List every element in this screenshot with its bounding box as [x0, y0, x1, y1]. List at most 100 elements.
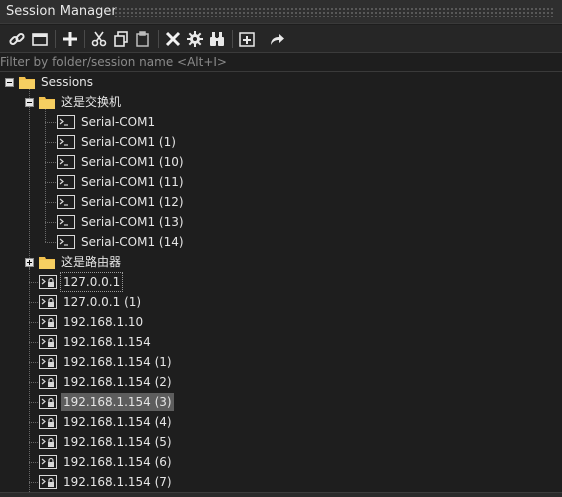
tree-item-serial-session[interactable]: Serial-COM1 (12) — [57, 192, 186, 212]
share-icon[interactable] — [267, 29, 287, 49]
session-label: Serial-COM1 (1) — [81, 135, 176, 149]
tree-item-ssh-session[interactable]: 127.0.0.1 (1) — [39, 292, 143, 312]
tree-line — [45, 202, 56, 203]
terminal-icon — [57, 115, 75, 129]
new-folder-icon[interactable] — [237, 29, 257, 49]
copy-icon[interactable] — [111, 29, 131, 49]
folder2-label: 这是路由器 — [61, 255, 122, 269]
terminal-icon — [57, 195, 75, 209]
session-tree: Sessions 这是交换机 Serial-COM1 Serial-COM1 (1… — [0, 72, 562, 492]
tree-line — [45, 182, 56, 183]
ssh-session-icon — [39, 395, 57, 409]
folder-icon — [19, 77, 35, 89]
panel-titlebar: Session Manager — [0, 0, 562, 24]
drag-grip[interactable] — [114, 7, 554, 17]
tree-item-ssh-session[interactable]: 192.168.1.154 — [39, 332, 153, 352]
toolbar-separator — [158, 30, 159, 48]
tree-item-serial-session[interactable]: Serial-COM1 (10) — [57, 152, 186, 172]
toolbar-separator — [55, 30, 56, 48]
tree-item-ssh-session[interactable]: 192.168.1.154 (7) — [39, 472, 174, 492]
session-label: 127.0.0.1 (1) — [63, 295, 142, 309]
window-icon[interactable] — [30, 29, 50, 49]
folder-icon — [39, 257, 55, 269]
session-label: 192.168.1.154 (1) — [63, 355, 172, 369]
tree-line — [45, 162, 56, 163]
tree-item-ssh-session[interactable]: 127.0.0.1 — [39, 272, 124, 292]
folder2-expand-toggle[interactable] — [25, 258, 34, 267]
tree-line — [45, 122, 56, 123]
session-label: Serial-COM1 (11) — [81, 175, 184, 189]
gear-icon[interactable] — [185, 29, 205, 49]
tree-item-ssh-session[interactable]: 192.168.1.154 (3) — [39, 392, 174, 412]
terminal-icon — [57, 155, 75, 169]
tree-line — [29, 302, 38, 303]
cut-icon[interactable] — [89, 29, 109, 49]
tree-item-ssh-session[interactable]: 192.168.1.154 (1) — [39, 352, 174, 372]
session-label: 192.168.1.154 (2) — [63, 375, 172, 389]
tree-line — [29, 88, 30, 282]
panel-title: Session Manager — [6, 4, 117, 19]
tree-line — [29, 382, 38, 383]
tree-line — [29, 402, 38, 403]
tree-line — [29, 342, 38, 343]
ssh-session-icon — [39, 435, 57, 449]
toolbar — [0, 25, 562, 53]
terminal-icon — [57, 135, 75, 149]
toolbar-separator — [232, 30, 233, 48]
terminal-icon — [57, 175, 75, 189]
ssh-session-icon — [39, 375, 57, 389]
folder1-label: 这是交换机 — [61, 95, 122, 109]
tree-line — [45, 222, 56, 223]
folder-icon — [39, 97, 55, 109]
tree-line — [45, 242, 56, 243]
tree-item-ssh-session[interactable]: 192.168.1.154 (2) — [39, 372, 174, 392]
tree-item-ssh-session[interactable]: 192.168.1.154 (4) — [39, 412, 174, 432]
ssh-session-icon — [39, 455, 57, 469]
tree-line — [29, 322, 38, 323]
session-label: Serial-COM1 (14) — [81, 235, 184, 249]
folder1-collapse-toggle[interactable] — [25, 98, 34, 107]
session-label: 127.0.0.1 — [59, 272, 124, 292]
tree-line — [29, 462, 38, 463]
root-label: Sessions — [41, 75, 94, 89]
link-icon[interactable] — [7, 29, 27, 49]
session-label: 192.168.1.154 (3) — [61, 393, 174, 411]
session-label: Serial-COM1 (13) — [81, 215, 184, 229]
tree-item-serial-session[interactable]: Serial-COM1 (14) — [57, 232, 186, 252]
toolbar-separator — [84, 30, 85, 48]
tree-item-serial-session[interactable]: Serial-COM1 (11) — [57, 172, 186, 192]
tree-root-sessions[interactable]: Sessions — [19, 72, 95, 92]
session-label: 192.168.1.154 (6) — [63, 455, 172, 469]
tree-line — [45, 142, 56, 143]
add-icon[interactable] — [60, 29, 80, 49]
tree-folder-switch[interactable]: 这是交换机 — [39, 92, 123, 112]
root-collapse-toggle[interactable] — [5, 78, 14, 87]
session-label: 192.168.1.10 — [63, 315, 144, 329]
filter-input[interactable] — [0, 53, 562, 71]
tree-item-serial-session[interactable]: Serial-COM1 (1) — [57, 132, 178, 152]
tree-item-ssh-session[interactable]: 192.168.1.154 (5) — [39, 432, 174, 452]
ssh-session-icon — [39, 275, 57, 289]
paste-icon[interactable] — [133, 29, 153, 49]
tree-item-ssh-session[interactable]: 192.168.1.154 (6) — [39, 452, 174, 472]
session-label: 192.168.1.154 (4) — [63, 415, 172, 429]
tree-line — [29, 442, 38, 443]
tree-item-ssh-session[interactable]: 192.168.1.10 — [39, 312, 145, 332]
session-label: Serial-COM1 — [81, 115, 156, 129]
session-label: Serial-COM1 (12) — [81, 195, 184, 209]
session-label: Serial-COM1 (10) — [81, 155, 184, 169]
binoculars-icon[interactable] — [207, 29, 227, 49]
terminal-icon — [57, 235, 75, 249]
tree-line — [29, 482, 38, 483]
ssh-session-icon — [39, 335, 57, 349]
ssh-session-icon — [39, 355, 57, 369]
ssh-session-icon — [39, 415, 57, 429]
terminal-icon — [57, 215, 75, 229]
tree-folder-router[interactable]: 这是路由器 — [39, 252, 123, 272]
ssh-session-icon — [39, 295, 57, 309]
delete-icon[interactable] — [163, 29, 183, 49]
tree-item-serial-session[interactable]: Serial-COM1 — [57, 112, 157, 132]
tree-item-serial-session[interactable]: Serial-COM1 (13) — [57, 212, 186, 232]
session-label: 192.168.1.154 (7) — [63, 475, 172, 489]
tree-line — [29, 422, 38, 423]
